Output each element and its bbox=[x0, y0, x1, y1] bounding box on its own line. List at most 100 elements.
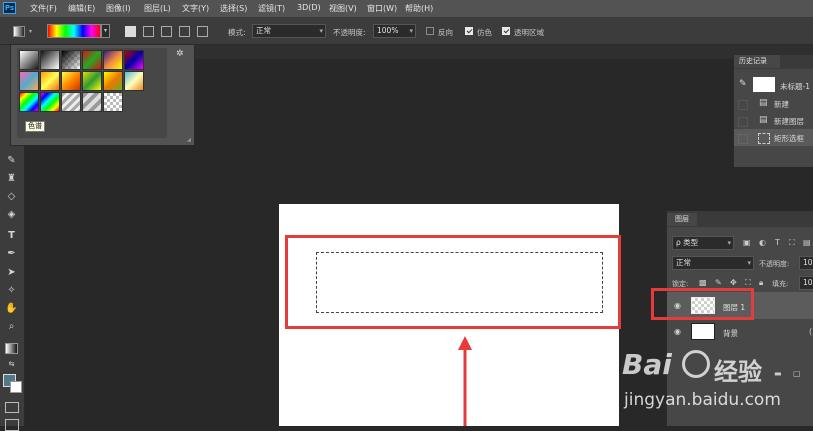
menu-image[interactable]: 图像(I) bbox=[106, 3, 131, 14]
gradient-preview[interactable] bbox=[47, 24, 101, 38]
clone-stamp-tool-icon[interactable]: ♜ bbox=[4, 173, 19, 185]
diamond-gradient-button[interactable] bbox=[197, 26, 208, 37]
gradient-swatch[interactable] bbox=[124, 71, 144, 91]
gradient-swatch-grid: 色谱 bbox=[17, 48, 167, 138]
layer-opacity-value: 100 bbox=[803, 258, 813, 267]
history-state-checkbox[interactable] bbox=[738, 134, 748, 144]
gradient-swatch[interactable] bbox=[124, 50, 144, 70]
gradient-tool-icon[interactable] bbox=[5, 343, 18, 354]
watermark-url: jingyan.baidu.com bbox=[624, 390, 781, 410]
chevron-down-icon: ▾ bbox=[409, 27, 413, 35]
menu-select[interactable]: 选择(S) bbox=[220, 3, 247, 14]
tab-layers[interactable]: 图层 bbox=[667, 213, 697, 226]
annotation-highlight-box bbox=[285, 235, 621, 329]
gradient-swatch[interactable] bbox=[19, 71, 39, 91]
history-item-new-layer[interactable]: ▤ 新建图层 bbox=[734, 112, 813, 129]
filter-pixel-icon[interactable]: ▣ bbox=[743, 238, 751, 247]
filter-smart-object-icon[interactable]: ▤ bbox=[803, 238, 811, 247]
layer-opacity-input[interactable]: 100 bbox=[799, 256, 813, 270]
eraser-tool-icon[interactable]: ◇ bbox=[4, 191, 19, 203]
gradient-swatch[interactable] bbox=[19, 50, 39, 70]
gradient-swatch[interactable] bbox=[40, 50, 60, 70]
menu-help[interactable]: 帮助(H) bbox=[405, 3, 433, 14]
screen-mode-icon[interactable] bbox=[5, 419, 19, 431]
filter-type-icon[interactable]: T bbox=[775, 238, 780, 247]
angle-gradient-button[interactable] bbox=[161, 26, 172, 37]
lock-transparent-icon[interactable]: ▩ bbox=[699, 278, 707, 287]
layer-opacity-label: 不透明度: bbox=[759, 260, 790, 268]
gradient-swatch[interactable] bbox=[103, 71, 123, 91]
history-item-new[interactable]: ▤ 新建 bbox=[734, 95, 813, 112]
hand-tool-icon[interactable]: ✋ bbox=[4, 303, 19, 315]
background-color-swatch[interactable] bbox=[10, 381, 22, 393]
menu-layer[interactable]: 图层(L) bbox=[144, 3, 171, 14]
menu-file[interactable]: 文件(F) bbox=[30, 3, 57, 14]
pen-tool-icon[interactable]: ✒ bbox=[4, 248, 19, 260]
path-selection-tool-icon[interactable]: ➤ bbox=[4, 267, 19, 279]
layer-filter-select[interactable]: ρ 类型 ▾ bbox=[672, 236, 734, 250]
gradient-swatch[interactable] bbox=[40, 71, 60, 91]
transparency-checkbox[interactable] bbox=[502, 27, 510, 35]
paint-bucket-tool-icon[interactable]: ◈ bbox=[4, 209, 19, 221]
gradient-swatch[interactable] bbox=[40, 92, 60, 112]
tool-preset-icon[interactable] bbox=[13, 26, 25, 37]
history-brush-icon: ✎ bbox=[739, 79, 747, 89]
menu-type[interactable]: 文字(Y) bbox=[182, 3, 209, 14]
gradient-swatch[interactable] bbox=[82, 92, 102, 112]
chevron-down-icon[interactable]: ▾ bbox=[29, 28, 32, 35]
filter-shape-icon[interactable]: ⛶ bbox=[789, 238, 795, 248]
gradient-swatch[interactable] bbox=[61, 71, 81, 91]
gradient-swatch[interactable] bbox=[82, 50, 102, 70]
gradient-preset-picker: 色谱 ✲ ◢ bbox=[10, 44, 195, 146]
gradient-swatch[interactable] bbox=[103, 92, 123, 112]
gradient-swatch[interactable] bbox=[61, 92, 81, 112]
fill-input[interactable]: 100 bbox=[799, 276, 813, 290]
filter-adjustment-icon[interactable]: ◐ bbox=[759, 238, 766, 247]
opacity-value: 100% bbox=[377, 26, 399, 35]
radial-gradient-button[interactable] bbox=[143, 26, 154, 37]
gear-icon[interactable]: ✲ bbox=[176, 49, 184, 59]
document-icon: ▤ bbox=[759, 98, 768, 108]
lock-pixels-icon[interactable]: ✎ bbox=[715, 278, 722, 287]
quick-mask-icon[interactable] bbox=[5, 402, 19, 413]
lock-position-icon[interactable]: ✥ bbox=[730, 278, 737, 287]
resize-grip-icon[interactable]: ◢ bbox=[187, 137, 191, 143]
lock-all-icon[interactable]: 🔒︎ bbox=[759, 278, 763, 288]
chevron-down-icon: ▾ bbox=[727, 239, 731, 247]
chevron-down-icon: ▾ bbox=[319, 27, 323, 35]
watermark-brand-cn: 经验 bbox=[714, 358, 762, 386]
mode-label: 模式: bbox=[228, 28, 246, 37]
lock-artboard-icon[interactable]: ⛶ bbox=[745, 278, 751, 288]
gradient-swatch[interactable] bbox=[61, 50, 81, 70]
reflected-gradient-button[interactable] bbox=[179, 26, 190, 37]
gradient-swatch[interactable] bbox=[103, 50, 123, 70]
gradient-swatch[interactable] bbox=[19, 92, 39, 112]
history-item-marquee[interactable]: 矩形选框 bbox=[734, 129, 813, 146]
annotation-highlight-layer bbox=[651, 288, 754, 320]
history-item-label: 新建 bbox=[774, 100, 789, 109]
menu-window[interactable]: 窗口(W) bbox=[367, 3, 397, 14]
history-state-checkbox[interactable] bbox=[738, 117, 748, 127]
reverse-checkbox[interactable] bbox=[426, 27, 434, 35]
swap-colors-icon[interactable]: ⇆ bbox=[4, 358, 19, 370]
menu-filter[interactable]: 滤镜(T) bbox=[258, 3, 285, 14]
mode-select[interactable]: 正常 ▾ bbox=[252, 24, 326, 38]
mode-value: 正常 bbox=[256, 26, 271, 35]
gradient-swatch[interactable] bbox=[82, 71, 102, 91]
tab-history[interactable]: 历史记录 bbox=[734, 55, 780, 68]
menu-3d[interactable]: 3D(D) bbox=[297, 3, 321, 12]
dither-checkbox[interactable] bbox=[465, 27, 473, 35]
blend-mode-select[interactable]: 正常 ▾ bbox=[672, 256, 754, 270]
menu-edit[interactable]: 编辑(E) bbox=[68, 3, 95, 14]
history-snapshot[interactable]: ✎ 未标题-1 bbox=[734, 74, 813, 96]
zoom-tool-icon[interactable]: ⌕ bbox=[4, 321, 19, 333]
gradient-picker-dropdown-icon[interactable]: ▾ bbox=[101, 24, 110, 38]
shape-tool-icon[interactable]: ✧ bbox=[4, 285, 19, 297]
type-tool-icon[interactable]: T bbox=[4, 230, 19, 242]
brush-tool-icon[interactable]: ✎ bbox=[4, 155, 19, 167]
document-icon: ▤ bbox=[759, 115, 768, 125]
linear-gradient-button[interactable] bbox=[125, 26, 136, 37]
opacity-input[interactable]: 100% ▾ bbox=[373, 24, 416, 38]
history-state-checkbox[interactable] bbox=[738, 100, 748, 110]
menu-view[interactable]: 视图(V) bbox=[329, 3, 357, 14]
